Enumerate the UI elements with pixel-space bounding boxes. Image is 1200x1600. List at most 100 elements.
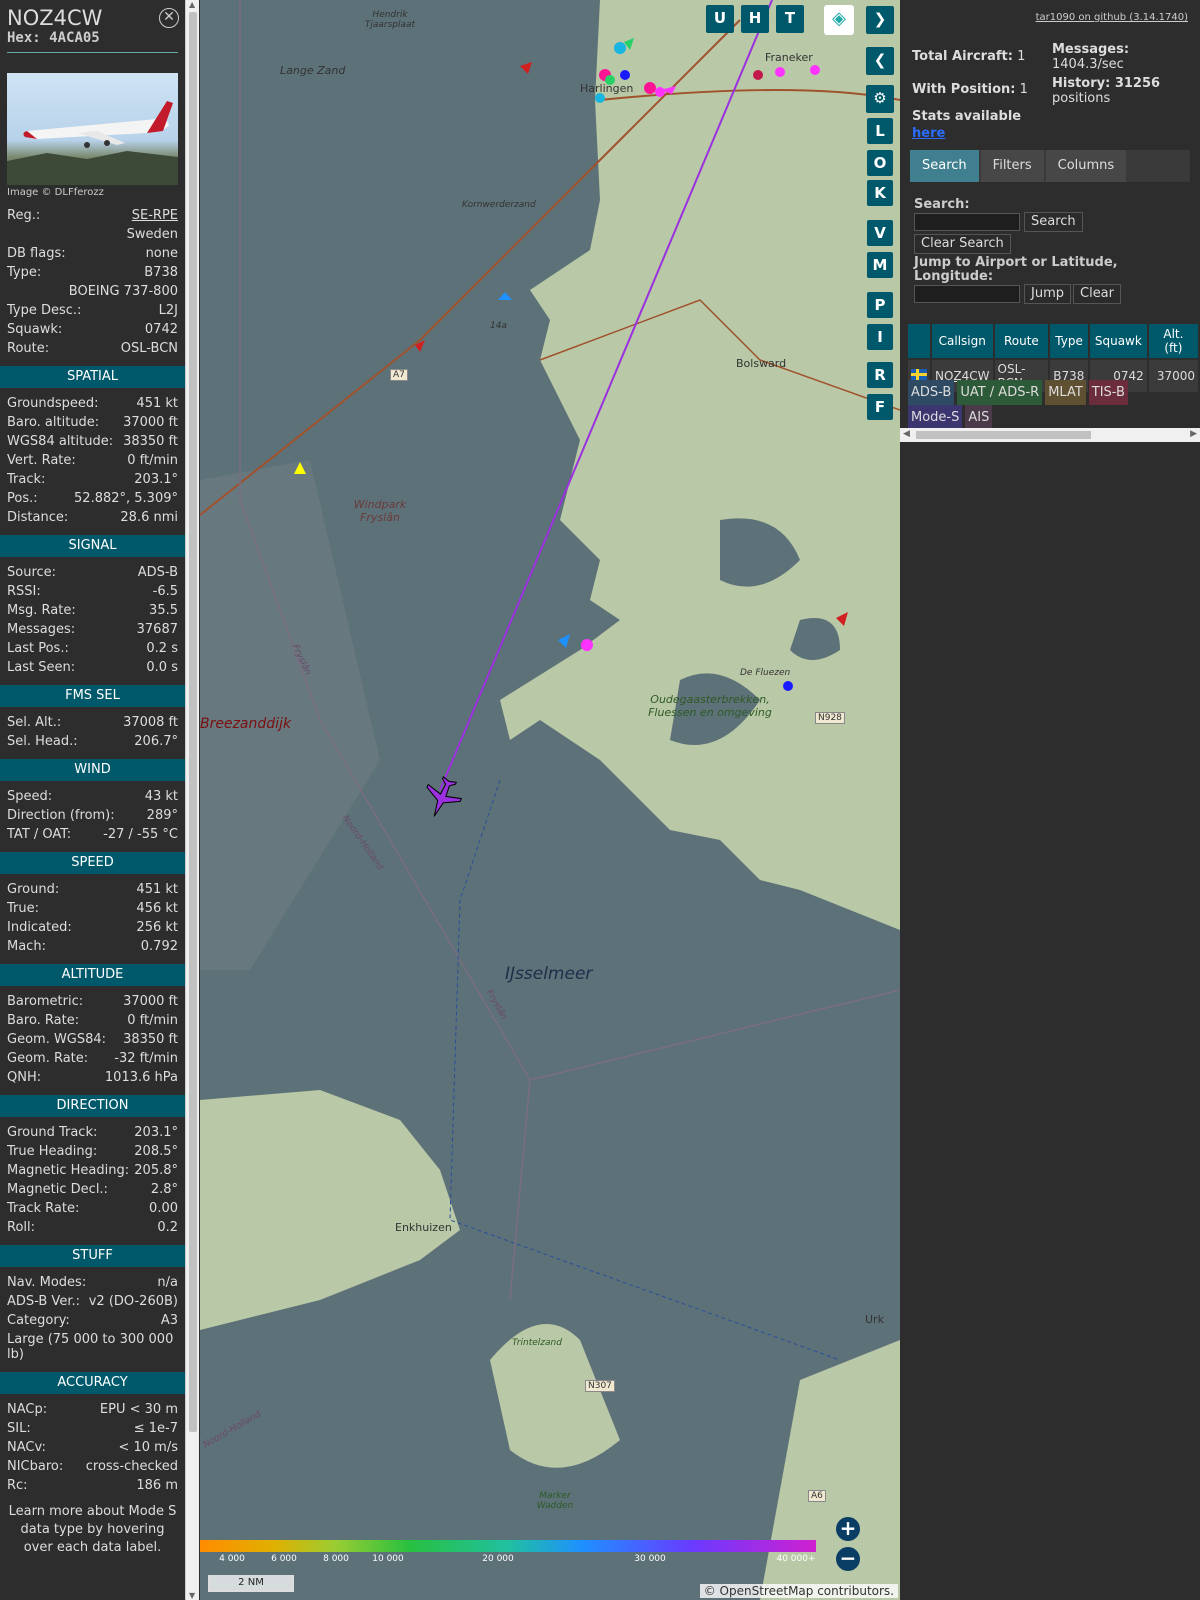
map-button-p[interactable]: P [867, 292, 893, 318]
scrollbar-thumb[interactable] [189, 12, 197, 1432]
gear-icon[interactable]: ⚙ [866, 85, 894, 113]
right-panel: tar1090 on github (3.14.1740) Total Airc… [900, 0, 1200, 1600]
detail-row-messages: Messages: 37687 [0, 620, 185, 639]
map-button-o[interactable]: O [867, 150, 893, 176]
tab-columns[interactable]: Columns [1045, 150, 1127, 182]
detail-value: -6.5 [152, 584, 178, 599]
map-button-v[interactable]: V [867, 220, 893, 246]
detail-label: QNH: [7, 1070, 42, 1085]
divider [7, 52, 178, 53]
stats-link[interactable]: here [912, 126, 945, 141]
detail-label: Geom. Rate: [7, 1051, 89, 1066]
details-sections: SPATIAL Groundspeed: 451 kt Baro. altitude:… [0, 366, 185, 1495]
stats-left: Total Aircraft: 1 With Position: 1 Stats… [912, 48, 1052, 142]
total-aircraft-value: 1 [1017, 49, 1026, 64]
column-header-row[interactable] [908, 324, 930, 358]
sidebar-scrollbar[interactable]: ▲ ▼ [185, 0, 199, 1600]
road-a6: A6 [808, 1490, 826, 1502]
detail-value: 38350 ft [123, 1032, 178, 1047]
attribution[interactable]: © OpenStreetMap contributors. [699, 1584, 898, 1598]
scroll-right-arrow[interactable]: ▶ [1190, 429, 1197, 439]
column-header-type[interactable]: Type [1050, 324, 1088, 358]
detail-row-nicbaro: NICbaro: cross-checked [0, 1457, 185, 1476]
map-button-i[interactable]: I [867, 324, 893, 350]
info-label: Type: [7, 265, 42, 280]
search-input[interactable] [914, 213, 1020, 231]
jump-input[interactable] [914, 285, 1020, 303]
map-button-k[interactable]: K [867, 180, 893, 206]
detail-label: Track: [7, 472, 46, 487]
column-header-squawk[interactable]: Squawk [1089, 324, 1147, 358]
legend-mlat: MLAT [1045, 380, 1086, 405]
detail-label: RSSI: [7, 584, 41, 599]
legend-mode-s: Mode-S [908, 405, 963, 430]
detail-row-roll: Roll: 0.2 [0, 1218, 185, 1237]
h-scrollbar-thumb[interactable] [916, 431, 1091, 439]
detail-label: Geom. WGS84: [7, 1032, 107, 1047]
map-button-t[interactable]: T [776, 5, 804, 33]
zoom-out-button[interactable]: − [836, 1547, 860, 1571]
info-value[interactable]: SE-RPE [132, 206, 178, 225]
github-link[interactable]: tar1090 on github (3.14.1740) [1036, 12, 1188, 23]
detail-row-msg-rate: Msg. Rate: 35.5 [0, 601, 185, 620]
detail-value: 35.5 [149, 603, 178, 618]
info-value: L2J [158, 303, 178, 318]
stats-label: Stats available [912, 109, 1022, 124]
close-icon[interactable]: ✕ [159, 8, 179, 28]
column-header-alt-ft[interactable]: Alt. (ft) [1148, 324, 1198, 358]
map-label-windpark: Windpark Fryslân [353, 498, 407, 524]
column-header-route[interactable]: Route [994, 324, 1049, 358]
scroll-up-arrow[interactable]: ▲ [189, 0, 195, 9]
info-value: none [145, 246, 178, 261]
selected-aircraft-marker [426, 776, 463, 817]
aircraft-photo[interactable] [7, 73, 178, 185]
tab-filters[interactable]: Filters [980, 150, 1044, 182]
legend-tis-b: TIS-B [1088, 380, 1128, 405]
tab-search[interactable]: Search [910, 150, 979, 182]
hex-label: Hex: [7, 30, 41, 46]
map-button-f[interactable]: F [867, 394, 893, 420]
jump-button[interactable]: Jump [1024, 284, 1071, 304]
detail-row-geom-rate: Geom. Rate: -32 ft/min [0, 1049, 185, 1068]
map-button-r[interactable]: R [867, 362, 893, 388]
zoom-in-button[interactable]: + [836, 1517, 860, 1541]
map-label-urk: Urk [865, 1313, 884, 1326]
detail-label: Large (75 000 to 300 000 lb) [7, 1332, 174, 1362]
search-button[interactable]: Search [1024, 212, 1083, 232]
chevron-left-icon[interactable]: ❮ [866, 47, 894, 75]
aircraft-info-block: Reg.: SE-RPE Sweden DB flags: none Type: B738 B… [0, 206, 185, 358]
map-view[interactable]: Lange Zand Kornwerderzand Windpark Frysl… [200, 0, 900, 1600]
map-button-u[interactable]: U [706, 5, 734, 33]
detail-value: 451 kt [136, 882, 178, 897]
detail-row-baro-rate: Baro. Rate: 0 ft/min [0, 1011, 185, 1030]
detail-row-distance: Distance: 28.6 nmi [0, 508, 185, 527]
detail-value: -32 ft/min [114, 1051, 178, 1066]
map-label-lange-zand: Lange Zand [280, 64, 346, 77]
info-row-reg: Reg.: SE-RPE [0, 206, 185, 225]
scroll-left-arrow[interactable]: ◀ [903, 429, 910, 439]
search-label: Search: [914, 197, 970, 212]
table-h-scrollbar[interactable]: ◀ ▶ [900, 428, 1200, 442]
map-label-de-fluezen: De Fluezen [740, 668, 791, 678]
detail-label: Msg. Rate: [7, 603, 76, 618]
detail-row-true-heading: True Heading: 208.5° [0, 1142, 185, 1161]
column-header-callsign[interactable]: Callsign [932, 324, 993, 358]
map-button-m[interactable]: M [867, 252, 893, 278]
map-button-h[interactable]: H [741, 5, 769, 33]
altitude-color-bar [200, 1540, 816, 1552]
with-position-value: 1 [1019, 82, 1028, 97]
map-label-14a: 14a [490, 321, 507, 331]
clear-button[interactable]: Clear [1073, 284, 1121, 304]
scroll-down-arrow[interactable]: ▼ [189, 1591, 195, 1600]
detail-value: 0 ft/min [127, 1013, 178, 1028]
detail-label: Mach: [7, 939, 46, 954]
map-button-l[interactable]: L [867, 118, 893, 144]
detail-row-qnh: QNH: 1013.6 hPa [0, 1068, 185, 1087]
chevron-right-icon[interactable]: ❯ [866, 6, 894, 34]
detail-row-vert-rate: Vert. Rate: 0 ft/min [0, 451, 185, 470]
aircraft-info-sidebar: NOZ4CW Hex: 4ACA05 ✕ Image © DLFferozz R… [0, 0, 185, 1600]
layers-icon[interactable]: ◈ [824, 5, 854, 35]
detail-row-last-pos: Last Pos.: 0.2 s [0, 639, 185, 658]
clear-search-button[interactable]: Clear Search [914, 234, 1011, 254]
map-canvas [200, 0, 900, 1600]
